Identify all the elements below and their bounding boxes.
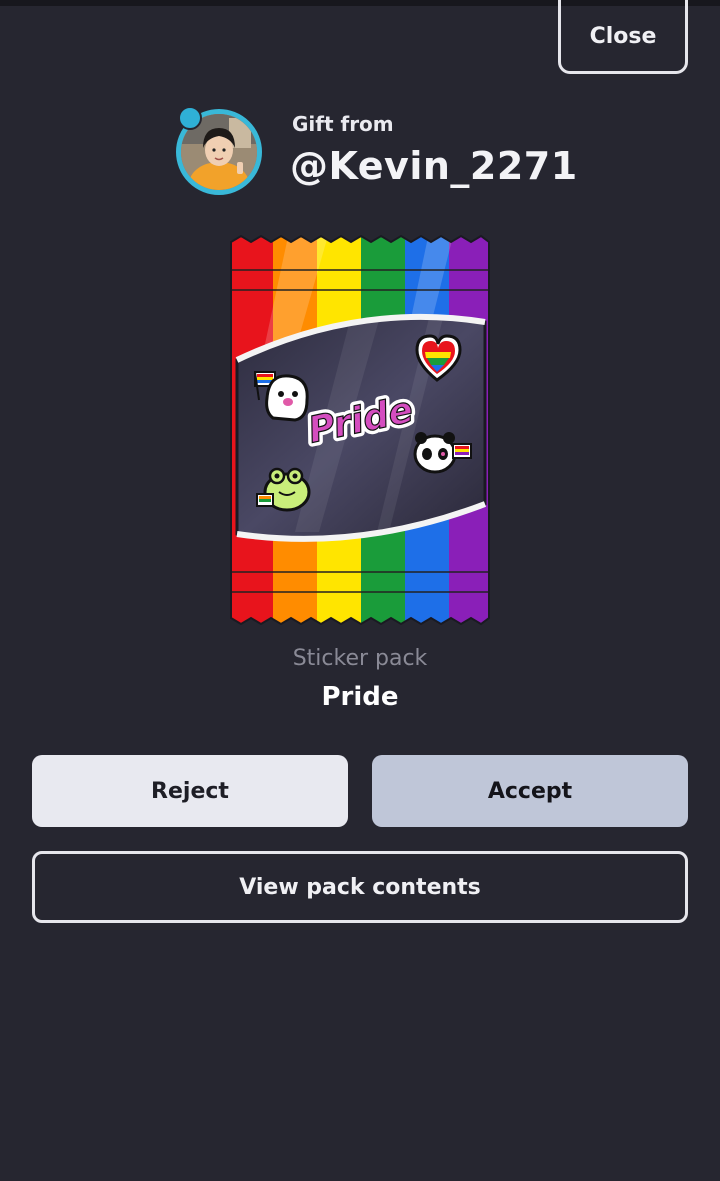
sticker-pack-art: Pride Pride	[230, 234, 490, 626]
pack-name: Pride	[321, 682, 399, 712]
pack-type-label: Sticker pack	[292, 646, 428, 671]
gift-from-label: Gift from	[292, 112, 394, 136]
sticker-pack-image[interactable]: Pride Pride	[229, 232, 491, 628]
view-pack-contents-button[interactable]: View pack contents	[32, 851, 688, 923]
avatar-badge-icon	[178, 106, 202, 130]
gift-sender-header: Gift from @Kevin_2271	[0, 100, 720, 210]
sender-username[interactable]: @Kevin_2271	[290, 144, 578, 188]
reject-button[interactable]: Reject	[32, 755, 348, 827]
accept-button[interactable]: Accept	[372, 755, 688, 827]
close-button[interactable]: Close	[558, 0, 688, 74]
